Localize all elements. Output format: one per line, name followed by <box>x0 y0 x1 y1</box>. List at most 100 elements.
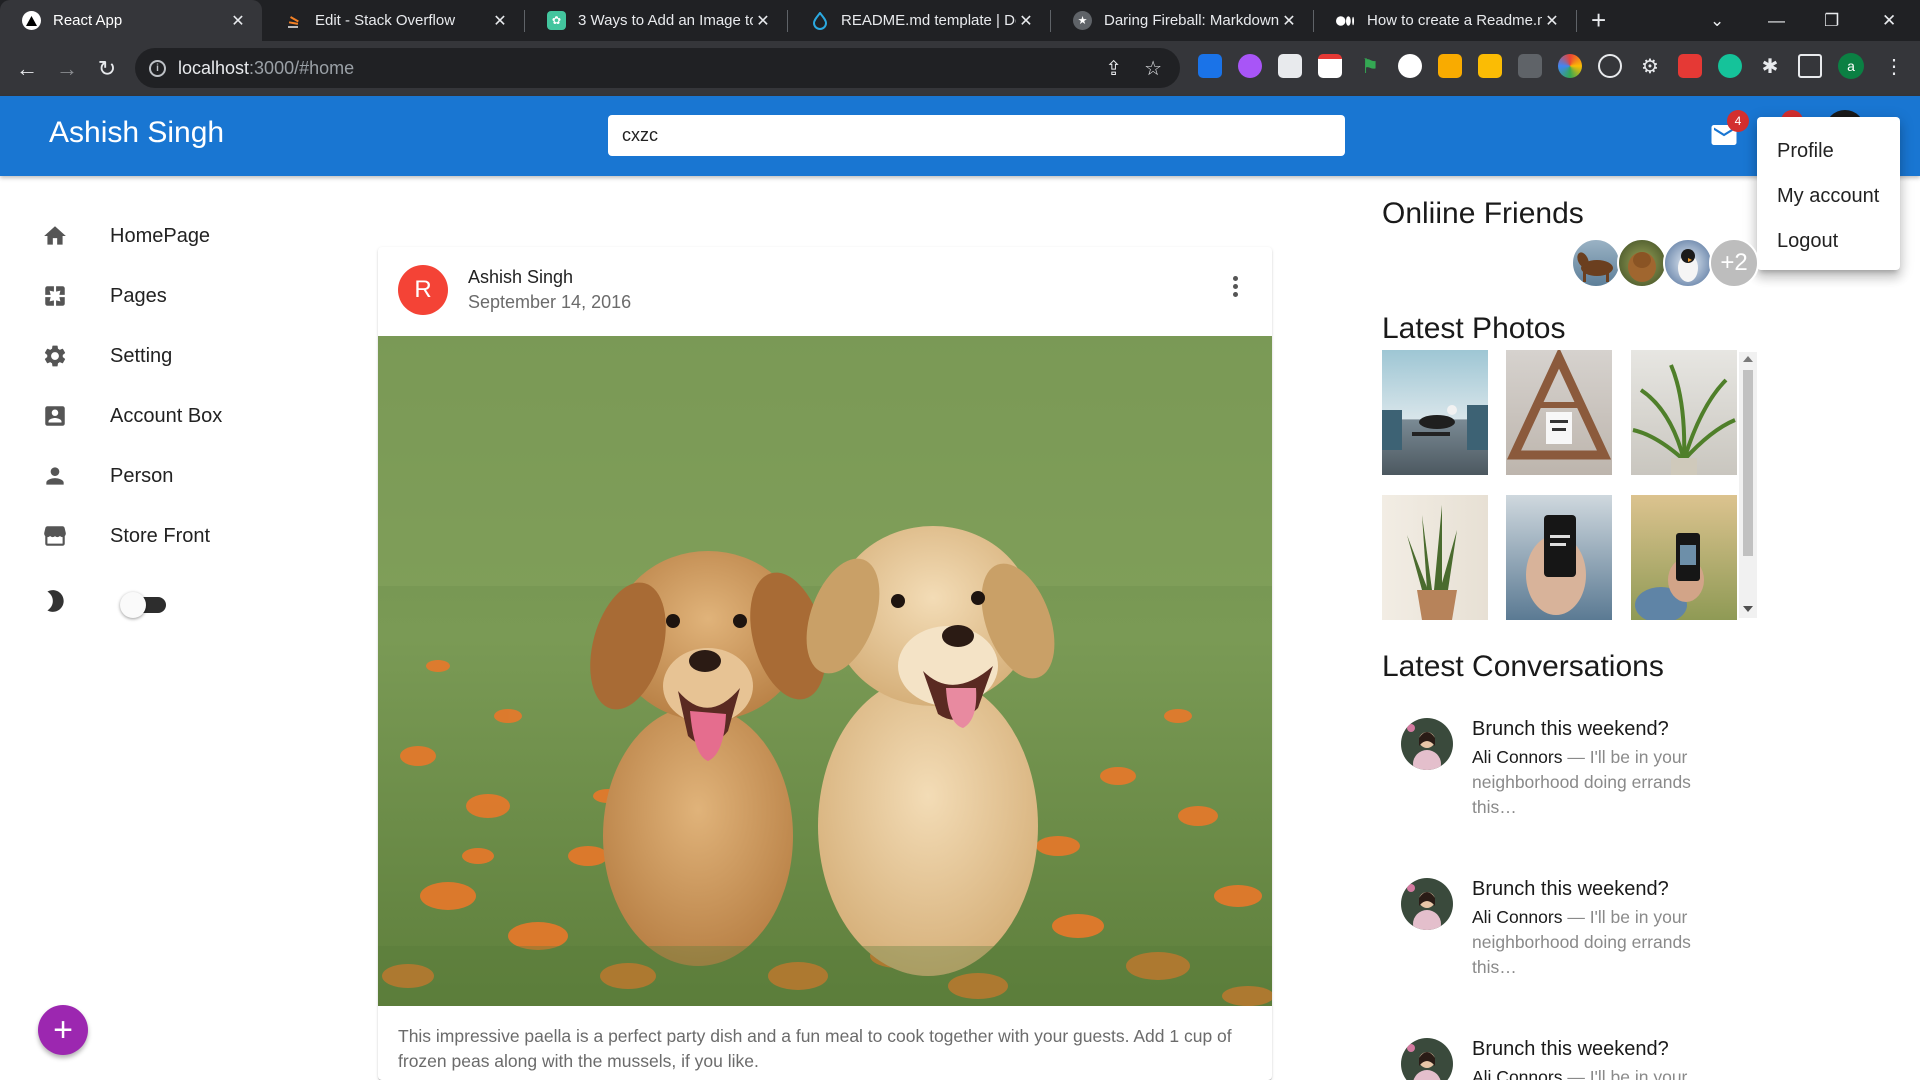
tab-readme-howto[interactable]: How to create a Readme.m ✕ <box>1314 0 1576 41</box>
extension-purple-icon[interactable] <box>1238 54 1262 78</box>
minimize-icon[interactable]: — <box>1768 0 1785 41</box>
extension-gear-icon[interactable]: ⚙ <box>1638 54 1662 78</box>
photo-phone-outdoors[interactable] <box>1631 495 1737 620</box>
tab-react-app[interactable]: React App ✕ <box>0 0 262 41</box>
bookmark-star-icon[interactable]: ☆ <box>1144 56 1162 81</box>
site-info-icon[interactable]: i <box>149 59 166 77</box>
photo-palm-plant[interactable] <box>1631 350 1737 475</box>
tab-title: Daring Fireball: Markdown <box>1104 12 1279 29</box>
browser-menu-icon[interactable]: ⋮ <box>1884 54 1904 79</box>
latest-photos-title: Latest Photos <box>1382 312 1566 345</box>
extension-color-icon[interactable] <box>1558 54 1582 78</box>
add-fab-button[interactable]: + <box>38 1005 88 1055</box>
reload-icon[interactable]: ↻ <box>87 56 127 82</box>
conversation-item[interactable]: Brunch this weekend? Ali Connors — I'll … <box>1382 718 1742 848</box>
extensions-puzzle-icon[interactable]: ✱ <box>1758 54 1782 78</box>
tab-add-image[interactable]: ✿ 3 Ways to Add an Image to ✕ <box>525 0 787 41</box>
extension-red-icon[interactable] <box>1678 54 1702 78</box>
friend-avatar[interactable] <box>1571 238 1621 288</box>
sidebar-item-homepage[interactable]: HomePage <box>42 216 210 256</box>
photo-phone-hand[interactable] <box>1506 495 1612 620</box>
conversation-title: Brunch this weekend? <box>1472 718 1669 740</box>
tab-stack-overflow[interactable]: Edit - Stack Overflow ✕ <box>262 0 524 41</box>
account-box-icon <box>42 403 68 429</box>
react-app-favicon-icon <box>22 11 41 30</box>
menu-item-profile[interactable]: Profile <box>1757 129 1900 174</box>
address-bar[interactable]: i localhost:3000/#home ⇪ ☆ <box>135 48 1180 88</box>
gear-favicon-icon: ✿ <box>547 11 566 30</box>
post-author: Ashish Singh <box>468 267 574 287</box>
scroll-down-arrow-icon[interactable] <box>1743 606 1753 612</box>
forward-icon[interactable]: → <box>47 56 87 82</box>
side-panel-icon[interactable] <box>1798 54 1822 78</box>
close-tab-icon[interactable]: ✕ <box>753 11 773 31</box>
friend-avatar[interactable] <box>1663 238 1713 288</box>
tab-title: How to create a Readme.m <box>1367 12 1542 29</box>
conversation-snippet: Ali Connors — I'll be in your <box>1472 1065 1712 1080</box>
extension-note-icon[interactable] <box>1478 54 1502 78</box>
extension-grey-icon[interactable] <box>1518 54 1542 78</box>
omnibox-actions: ⇪ ☆ <box>1105 56 1162 81</box>
sidebar-item-label: HomePage <box>110 224 211 247</box>
sidebar-item-account-box[interactable]: Account Box <box>42 396 222 436</box>
extension-flag-icon[interactable]: ⚑ <box>1358 54 1382 78</box>
extension-grammarly-icon[interactable] <box>1718 54 1742 78</box>
online-friends-title: Onliine Friends <box>1382 197 1584 230</box>
sidebar-item-label: Person <box>110 464 174 487</box>
menu-item-my-account[interactable]: My account <box>1757 174 1900 219</box>
url-text[interactable]: localhost:3000/#home <box>178 58 354 79</box>
tab-title: Edit - Stack Overflow <box>315 12 456 29</box>
sidebar-item-label: Store Front <box>110 524 211 547</box>
scroll-up-arrow-icon[interactable] <box>1743 356 1753 362</box>
conversation-item[interactable]: Brunch this weekend? Ali Connors — I'll … <box>1382 878 1742 1008</box>
close-tab-icon[interactable]: ✕ <box>1279 11 1299 31</box>
close-tab-icon[interactable]: ✕ <box>1016 11 1036 31</box>
profile-avatar[interactable]: a <box>1838 53 1864 79</box>
share-icon[interactable]: ⇪ <box>1105 56 1122 81</box>
conversation-item[interactable]: Brunch this weekend? Ali Connors — I'll … <box>1382 1038 1742 1080</box>
post-image-puppies <box>378 336 1272 1006</box>
extension-compass-icon[interactable] <box>1598 54 1622 78</box>
friend-avatar[interactable] <box>1617 238 1667 288</box>
extension-yellow-icon[interactable] <box>1438 54 1462 78</box>
sidebar-item-setting[interactable]: Setting <box>42 336 172 376</box>
window-close-icon[interactable]: ✕ <box>1882 0 1896 41</box>
switch-thumb[interactable] <box>120 592 146 618</box>
sidebar-item-pages[interactable]: Pages <box>42 276 167 316</box>
close-tab-icon[interactable]: ✕ <box>1542 11 1562 31</box>
restore-icon[interactable]: ❐ <box>1824 0 1839 41</box>
tab-search-icon[interactable]: ⌄ <box>1710 0 1724 41</box>
more-friends-avatar[interactable]: +2 <box>1709 238 1759 288</box>
conversation-title: Brunch this weekend? <box>1472 1038 1669 1060</box>
conversation-avatar <box>1401 718 1453 770</box>
extension-fi-icon[interactable] <box>1198 54 1222 78</box>
pages-icon <box>42 283 68 309</box>
close-tab-icon[interactable]: ✕ <box>490 11 510 31</box>
photos-scrollbar[interactable] <box>1739 352 1757 618</box>
photo-skateboarder[interactable] <box>1382 350 1488 475</box>
search-input[interactable] <box>608 115 1345 156</box>
extension-circle-icon[interactable] <box>1398 54 1422 78</box>
dark-mode-switch[interactable] <box>120 590 170 618</box>
tab-daring-fireball[interactable]: ★ Daring Fireball: Markdown ✕ <box>1051 0 1313 41</box>
browser-toolbar: ← → ↻ i localhost:3000/#home ⇪ ☆ ⚑ ⚙ ✱ a… <box>0 41 1920 96</box>
sidebar-item-person[interactable]: Person <box>42 456 173 496</box>
conversation-snippet: Ali Connors — I'll be in your neighborho… <box>1472 905 1712 980</box>
photo-snake-plant[interactable] <box>1382 495 1488 620</box>
back-icon[interactable]: ← <box>7 56 47 82</box>
new-tab-button[interactable]: + <box>1591 5 1606 36</box>
sidebar-item-store-front[interactable]: Store Front <box>42 516 210 556</box>
latest-conversations-title: Latest Conversations <box>1382 650 1664 683</box>
scrollbar-thumb[interactable] <box>1743 370 1753 556</box>
stack-overflow-favicon-icon <box>284 11 303 30</box>
settings-icon <box>42 343 68 369</box>
extension-calendar-icon[interactable] <box>1318 54 1342 78</box>
menu-item-logout[interactable]: Logout <box>1757 219 1900 264</box>
close-tab-icon[interactable]: ✕ <box>228 11 248 31</box>
tab-readme-template[interactable]: README.md template | Doc ✕ <box>788 0 1050 41</box>
conversation-sender: Ali Connors <box>1472 1067 1563 1080</box>
extension-checklist-icon[interactable] <box>1278 54 1302 78</box>
url-host: localhost <box>178 57 250 78</box>
more-options-icon[interactable] <box>1230 273 1240 303</box>
photo-triangle-shelf[interactable] <box>1506 350 1612 475</box>
